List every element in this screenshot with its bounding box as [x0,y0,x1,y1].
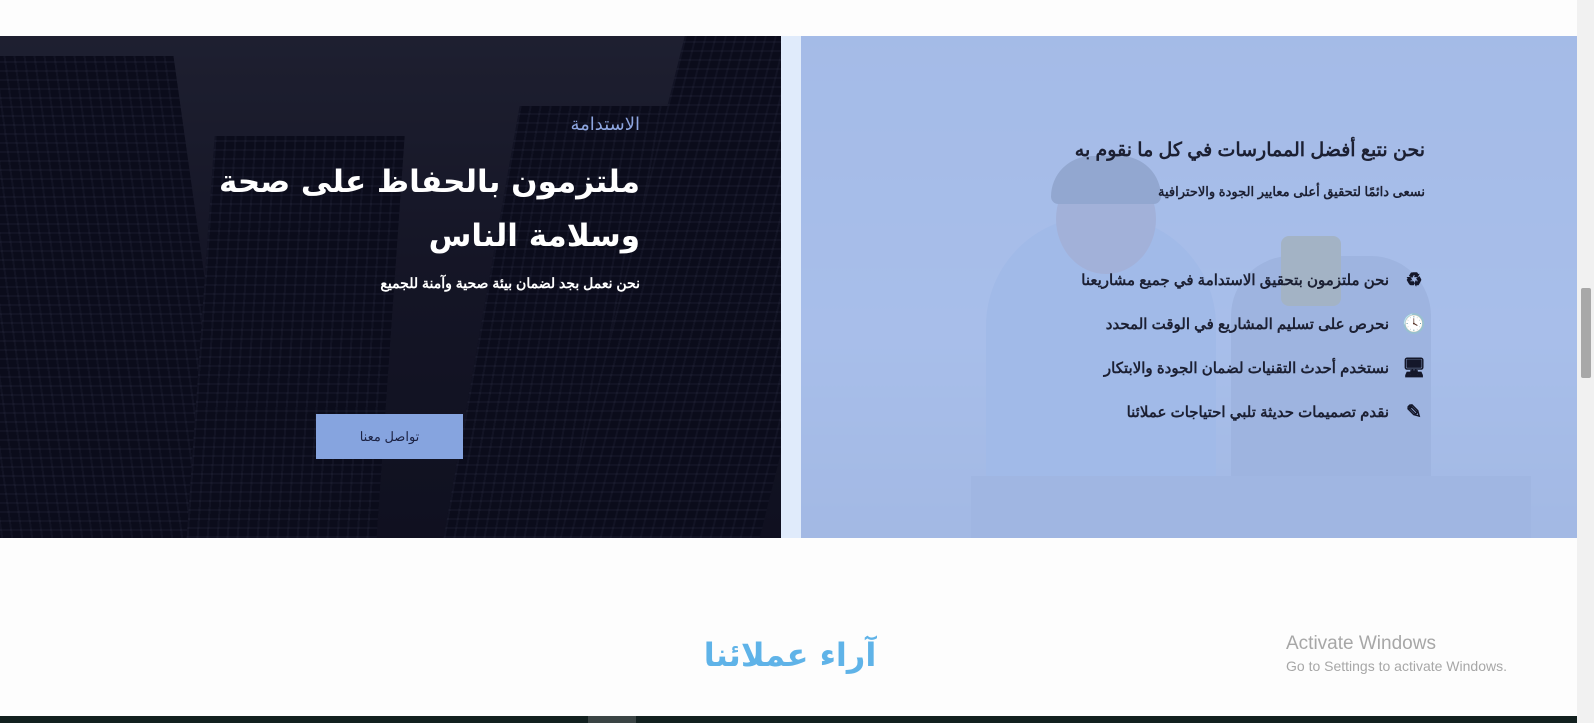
monitor-icon: 🖥 [1401,358,1427,379]
watermark-subtitle: Go to Settings to activate Windows. [1286,658,1507,674]
sustainability-text: الاستدامة ملتزمون بالحفاظ على صحة وسلامة… [120,114,640,292]
next-section-highlight [588,716,636,723]
practices-subtitle: نسعى دائمًا لتحقيق أعلى معايير الجودة وا… [1158,184,1425,199]
feature-label: نحرص على تسليم المشاريع في الوقت المحدد [1105,316,1389,333]
list-item: ✎ نقدم تصميمات حديثة تلبي احتياجات عملائ… [865,390,1425,434]
list-item: 🖥 نستخدم أحدث التقنيات لضمان الجودة والا… [865,346,1427,390]
list-item: ♻ نحن ملتزمون بتحقيق الاستدامة في جميع م… [865,258,1425,302]
scrollbar-thumb[interactable] [1581,288,1591,378]
feature-list: ♻ نحن ملتزمون بتحقيق الاستدامة في جميع م… [865,258,1427,434]
watermark-title: Activate Windows [1286,633,1436,654]
section-kicker: الاستدامة [570,114,640,135]
feature-label: نستخدم أحدث التقنيات لضمان الجودة والابت… [1103,360,1389,377]
clock-icon: 🕓 [1402,314,1426,335]
list-item: 🕓 نحرص على تسليم المشاريع في الوقت المحد… [865,302,1426,346]
practices-title: نحن نتبع أفضل الممارسات في كل ما نقوم به [1074,140,1425,161]
recycle-icon: ♻ [1405,269,1423,291]
section-lead: نحن نعمل بجد لضمان بيئة صحية وآمنة للجمي… [380,275,640,291]
feature-label: نقدم تصميمات حديثة تلبي احتياجات عملائنا [1126,404,1389,421]
practices-text: نحن نتبع أفضل الممارسات في كل ما نقوم به… [865,139,1427,434]
next-section-edge [0,716,1577,723]
practices-panel: نحن نتبع أفضل الممارسات في كل ما نقوم به… [801,36,1577,538]
design-tools-icon: ✎ [1406,401,1422,423]
windows-activation-watermark: Activate Windows Go to Settings to activ… [1286,633,1507,674]
panel-divider [781,36,801,538]
feature-label: نحن ملتزمون بتحقيق الاستدامة في جميع مشا… [1081,272,1389,289]
vertical-scrollbar[interactable] [1577,0,1594,723]
sustainability-panel: الاستدامة ملتزمون بالحفاظ على صحة وسلامة… [0,36,781,538]
testimonials-title: آراء عملائنا [703,636,877,674]
contact-us-button[interactable]: تواصل معنا [316,414,463,459]
page: الاستدامة ملتزمون بالحفاظ على صحة وسلامة… [0,0,1577,723]
section-headline: ملتزمون بالحفاظ على صحة وسلامة الناس [219,164,640,254]
